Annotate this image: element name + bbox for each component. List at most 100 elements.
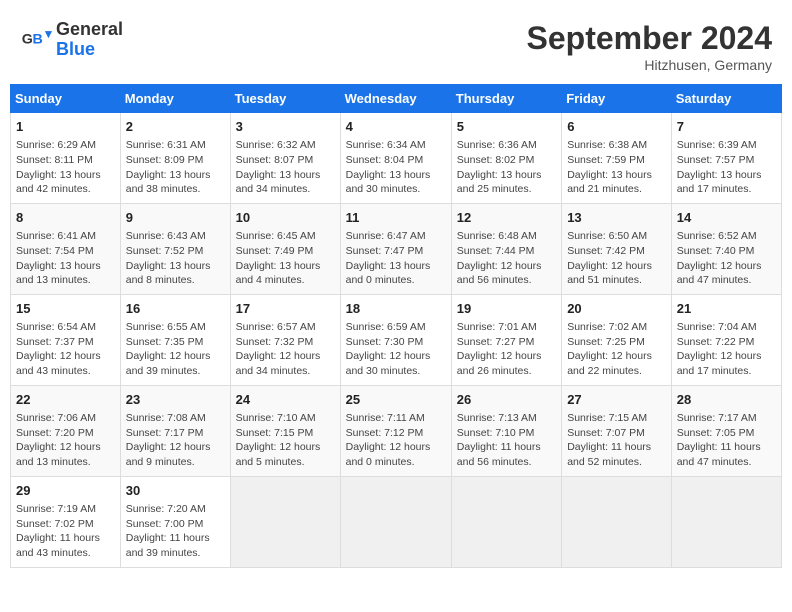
daylight-text: Daylight: 12 hours and 17 minutes. [677,349,776,378]
table-row: 3 Sunrise: 6:32 AM Sunset: 8:07 PM Dayli… [230,113,340,204]
table-row: 13 Sunrise: 6:50 AM Sunset: 7:42 PM Dayl… [562,203,672,294]
sunset-text: Sunset: 7:15 PM [236,426,335,441]
daylight-text: Daylight: 12 hours and 9 minutes. [126,440,225,469]
sunset-text: Sunset: 7:47 PM [346,244,446,259]
sunset-text: Sunset: 7:35 PM [126,335,225,350]
sunrise-text: Sunrise: 6:43 AM [126,229,225,244]
daylight-text: Daylight: 13 hours and 0 minutes. [346,259,446,288]
sunset-text: Sunset: 7:17 PM [126,426,225,441]
sunset-text: Sunset: 7:25 PM [567,335,666,350]
table-row: 18 Sunrise: 6:59 AM Sunset: 7:30 PM Dayl… [340,294,451,385]
sunrise-text: Sunrise: 6:48 AM [457,229,556,244]
sunrise-text: Sunrise: 6:31 AM [126,138,225,153]
table-row: 19 Sunrise: 7:01 AM Sunset: 7:27 PM Dayl… [451,294,561,385]
sunrise-text: Sunrise: 6:59 AM [346,320,446,335]
col-friday: Friday [562,85,672,113]
sunrise-text: Sunrise: 7:10 AM [236,411,335,426]
sunrise-text: Sunrise: 6:55 AM [126,320,225,335]
calendar-week-row: 22 Sunrise: 7:06 AM Sunset: 7:20 PM Dayl… [11,385,782,476]
table-row: 1 Sunrise: 6:29 AM Sunset: 8:11 PM Dayli… [11,113,121,204]
table-row: 20 Sunrise: 7:02 AM Sunset: 7:25 PM Dayl… [562,294,672,385]
day-number: 19 [457,300,556,318]
sunrise-text: Sunrise: 6:32 AM [236,138,335,153]
day-number: 24 [236,391,335,409]
sunrise-text: Sunrise: 6:41 AM [16,229,115,244]
sunset-text: Sunset: 7:22 PM [677,335,776,350]
sunset-text: Sunset: 7:20 PM [16,426,115,441]
col-sunday: Sunday [11,85,121,113]
table-row: 12 Sunrise: 6:48 AM Sunset: 7:44 PM Dayl… [451,203,561,294]
sunset-text: Sunset: 7:42 PM [567,244,666,259]
sunset-text: Sunset: 7:10 PM [457,426,556,441]
col-tuesday: Tuesday [230,85,340,113]
calendar-week-row: 8 Sunrise: 6:41 AM Sunset: 7:54 PM Dayli… [11,203,782,294]
sunrise-text: Sunrise: 6:34 AM [346,138,446,153]
sunset-text: Sunset: 7:57 PM [677,153,776,168]
calendar-week-row: 15 Sunrise: 6:54 AM Sunset: 7:37 PM Dayl… [11,294,782,385]
table-row: 28 Sunrise: 7:17 AM Sunset: 7:05 PM Dayl… [671,385,781,476]
day-number: 29 [16,482,115,500]
daylight-text: Daylight: 12 hours and 0 minutes. [346,440,446,469]
daylight-text: Daylight: 12 hours and 30 minutes. [346,349,446,378]
sunset-text: Sunset: 7:30 PM [346,335,446,350]
sunset-text: Sunset: 7:02 PM [16,517,115,532]
day-number: 23 [126,391,225,409]
daylight-text: Daylight: 12 hours and 26 minutes. [457,349,556,378]
table-row: 15 Sunrise: 6:54 AM Sunset: 7:37 PM Dayl… [11,294,121,385]
location-subtitle: Hitzhusen, Germany [527,57,772,73]
sunrise-text: Sunrise: 6:39 AM [677,138,776,153]
month-title: September 2024 [527,20,772,57]
sunset-text: Sunset: 7:27 PM [457,335,556,350]
page-header: G B General Blue September 2024 Hitzhuse… [10,10,782,78]
daylight-text: Daylight: 11 hours and 43 minutes. [16,531,115,560]
sunrise-text: Sunrise: 7:11 AM [346,411,446,426]
day-number: 3 [236,118,335,136]
daylight-text: Daylight: 13 hours and 13 minutes. [16,259,115,288]
sunrise-text: Sunrise: 7:15 AM [567,411,666,426]
day-number: 7 [677,118,776,136]
day-number: 27 [567,391,666,409]
daylight-text: Daylight: 13 hours and 4 minutes. [236,259,335,288]
sunrise-text: Sunrise: 7:19 AM [16,502,115,517]
sunset-text: Sunset: 7:49 PM [236,244,335,259]
table-row: 9 Sunrise: 6:43 AM Sunset: 7:52 PM Dayli… [120,203,230,294]
sunset-text: Sunset: 8:04 PM [346,153,446,168]
sunrise-text: Sunrise: 6:29 AM [16,138,115,153]
sunrise-text: Sunrise: 6:36 AM [457,138,556,153]
daylight-text: Daylight: 11 hours and 39 minutes. [126,531,225,560]
day-number: 25 [346,391,446,409]
sunset-text: Sunset: 7:54 PM [16,244,115,259]
sunrise-text: Sunrise: 7:02 AM [567,320,666,335]
sunset-text: Sunset: 7:32 PM [236,335,335,350]
sunrise-text: Sunrise: 7:06 AM [16,411,115,426]
sunset-text: Sunset: 7:00 PM [126,517,225,532]
day-number: 30 [126,482,225,500]
sunset-text: Sunset: 7:12 PM [346,426,446,441]
table-row: 29 Sunrise: 7:19 AM Sunset: 7:02 PM Dayl… [11,476,121,567]
daylight-text: Daylight: 13 hours and 17 minutes. [677,168,776,197]
daylight-text: Daylight: 12 hours and 13 minutes. [16,440,115,469]
sunrise-text: Sunrise: 6:57 AM [236,320,335,335]
sunrise-text: Sunrise: 6:38 AM [567,138,666,153]
table-row: 8 Sunrise: 6:41 AM Sunset: 7:54 PM Dayli… [11,203,121,294]
sunrise-text: Sunrise: 7:13 AM [457,411,556,426]
sunset-text: Sunset: 7:05 PM [677,426,776,441]
logo-text: General Blue [56,20,123,60]
daylight-text: Daylight: 13 hours and 25 minutes. [457,168,556,197]
daylight-text: Daylight: 12 hours and 22 minutes. [567,349,666,378]
table-row: 21 Sunrise: 7:04 AM Sunset: 7:22 PM Dayl… [671,294,781,385]
calendar-header-row: Sunday Monday Tuesday Wednesday Thursday… [11,85,782,113]
sunset-text: Sunset: 8:11 PM [16,153,115,168]
day-number: 9 [126,209,225,227]
daylight-text: Daylight: 12 hours and 51 minutes. [567,259,666,288]
day-number: 8 [16,209,115,227]
table-row: 24 Sunrise: 7:10 AM Sunset: 7:15 PM Dayl… [230,385,340,476]
daylight-text: Daylight: 13 hours and 42 minutes. [16,168,115,197]
day-number: 20 [567,300,666,318]
day-number: 10 [236,209,335,227]
logo-line2: Blue [56,40,123,60]
day-number: 1 [16,118,115,136]
table-row: 7 Sunrise: 6:39 AM Sunset: 7:57 PM Dayli… [671,113,781,204]
daylight-text: Daylight: 13 hours and 21 minutes. [567,168,666,197]
daylight-text: Daylight: 13 hours and 38 minutes. [126,168,225,197]
